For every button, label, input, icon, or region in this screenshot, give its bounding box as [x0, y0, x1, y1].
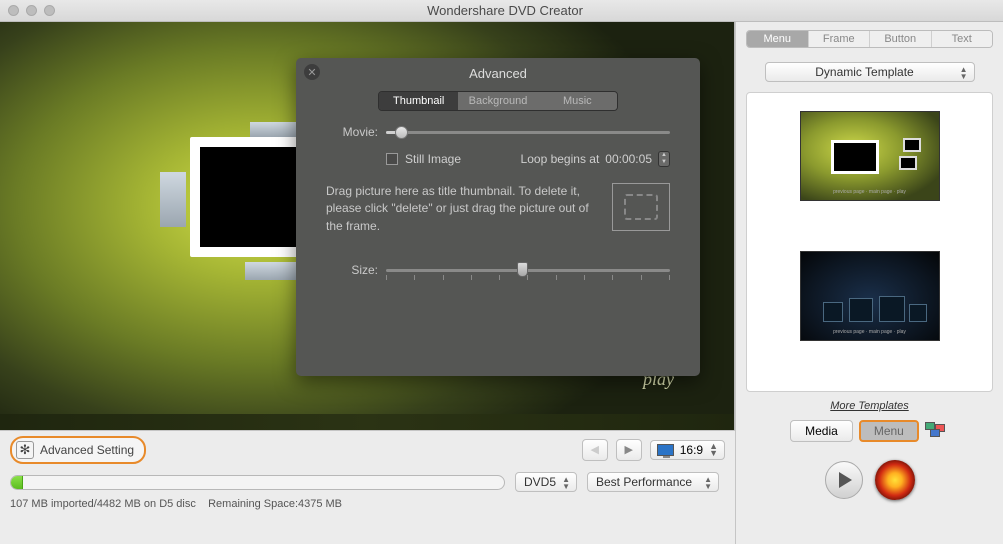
sidebar-tabs: Menu Frame Button Text: [746, 30, 993, 48]
disc-type-select[interactable]: DVD5: [515, 472, 577, 492]
disc-status-row: DVD5 Best Performance 107 MB imported/44…: [0, 468, 735, 516]
advanced-tabs: Thumbnail Background Music: [378, 91, 618, 111]
gear-icon: ✻: [16, 441, 34, 459]
thumbnail-drop-zone[interactable]: [612, 183, 670, 231]
template-list[interactable]: previous page · main page · play previou…: [746, 92, 993, 392]
media-button[interactable]: Media: [790, 420, 853, 442]
size-label: Size:: [326, 263, 378, 277]
aspect-ratio-select[interactable]: 16:9 ▲▼: [650, 440, 725, 460]
size-slider[interactable]: [386, 269, 670, 272]
loop-label: Loop begins at: [521, 152, 600, 166]
prev-button[interactable]: ◀: [582, 439, 608, 461]
tab-music[interactable]: Music: [538, 92, 617, 110]
drag-instructions: Drag picture here as title thumbnail. To…: [326, 183, 596, 235]
still-image-checkbox[interactable]: Still Image: [386, 152, 461, 166]
more-templates-link[interactable]: More Templates: [746, 400, 993, 412]
advanced-title: Advanced: [296, 58, 700, 87]
menu-button[interactable]: Menu: [859, 420, 919, 442]
preview-toolbar: ✻ Advanced Setting ◀ ▶ 16:9 ▲▼: [0, 430, 735, 468]
disc-status-remaining: Remaining Space:4375 MB: [208, 498, 342, 510]
storyboard-icon[interactable]: [925, 422, 949, 440]
advanced-dialog: ✕ Advanced Thumbnail Background Music Mo…: [296, 58, 700, 376]
movie-slider[interactable]: [386, 131, 670, 134]
aspect-value: 16:9: [680, 443, 703, 457]
next-button[interactable]: ▶: [616, 439, 642, 461]
loop-value: 00:00:05: [605, 152, 652, 166]
play-preview-button[interactable]: [825, 461, 863, 499]
monitor-icon: [657, 444, 674, 456]
tab-menu[interactable]: Menu: [747, 31, 809, 47]
preview-area: play ✕ Advanced Thumbnail Background Mus…: [0, 22, 735, 430]
burn-button[interactable]: [875, 460, 915, 500]
tab-frame[interactable]: Frame: [809, 31, 871, 47]
close-icon[interactable]: ✕: [304, 64, 320, 80]
tab-text[interactable]: Text: [932, 31, 993, 47]
advanced-setting-label: Advanced Setting: [40, 443, 134, 457]
tab-background[interactable]: Background: [458, 92, 537, 110]
sidebar: Menu Frame Button Text Dynamic Template …: [735, 22, 1003, 544]
tab-button[interactable]: Button: [870, 31, 932, 47]
tab-thumbnail[interactable]: Thumbnail: [379, 92, 458, 110]
loop-stepper[interactable]: ▲▼: [658, 151, 670, 167]
template-category-select[interactable]: Dynamic Template: [765, 62, 975, 82]
quality-select[interactable]: Best Performance: [587, 472, 719, 492]
advanced-setting-button[interactable]: ✻ Advanced Setting: [10, 436, 146, 464]
title-bar: Wondershare DVD Creator: [0, 0, 1003, 22]
disc-usage-bar: [10, 475, 505, 490]
template-thumbnail[interactable]: previous page · main page · play: [800, 111, 940, 201]
movie-label: Movie:: [326, 125, 378, 139]
window-title: Wondershare DVD Creator: [15, 3, 995, 18]
disc-status-imported: 107 MB imported/4482 MB on D5 disc: [10, 498, 196, 510]
still-image-label: Still Image: [405, 152, 461, 166]
template-thumbnail[interactable]: previous page · main page · play: [800, 251, 940, 341]
